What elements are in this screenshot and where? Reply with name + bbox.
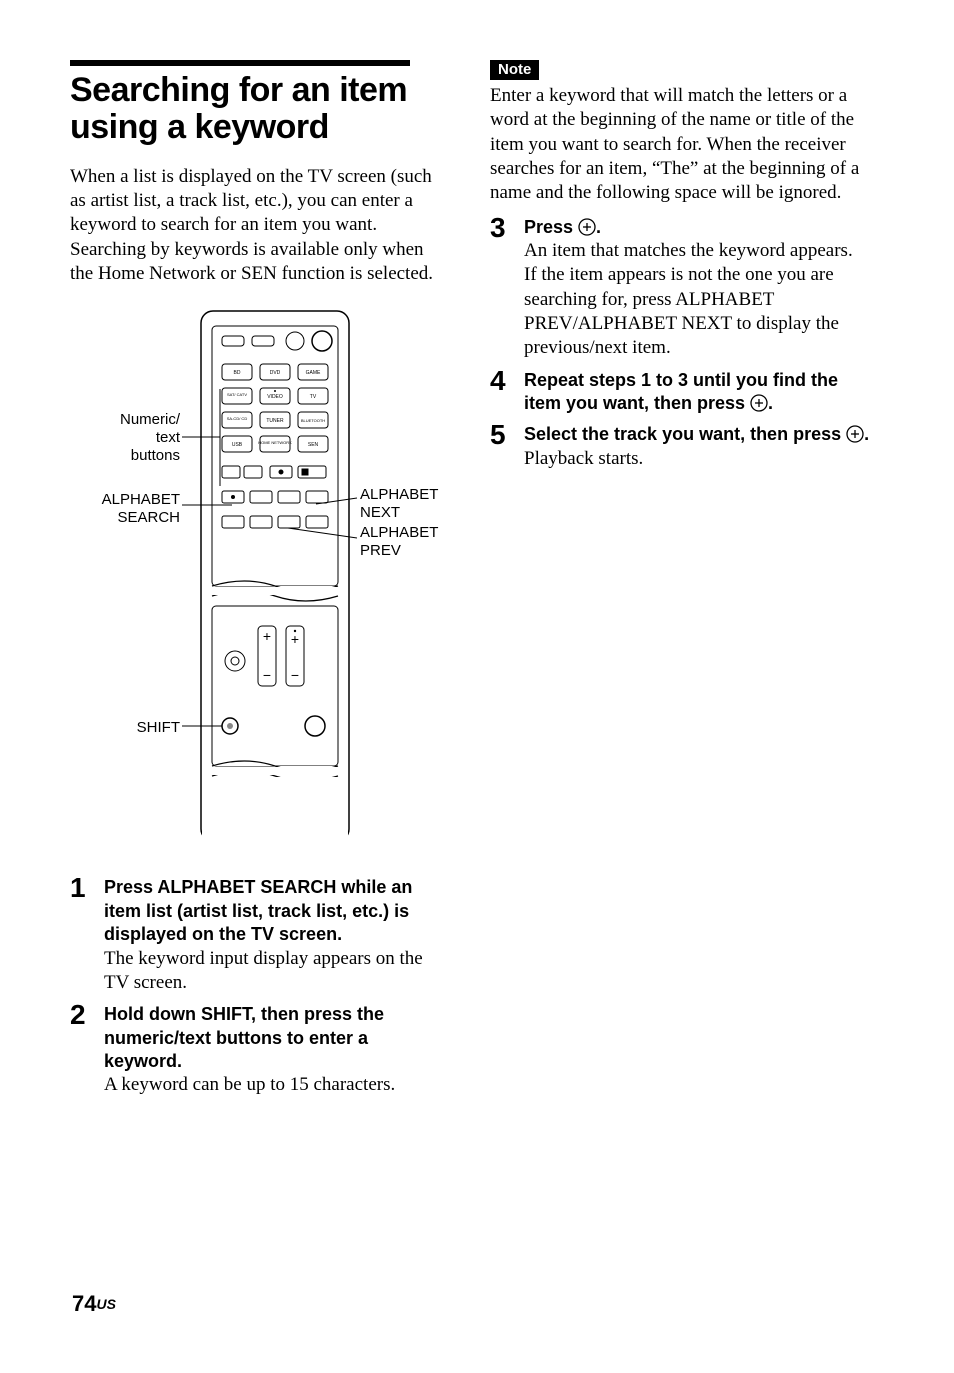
step-instruction: Press . [524, 216, 870, 239]
svg-text:SEN: SEN [308, 442, 319, 448]
svg-text:TV: TV [310, 394, 317, 400]
note-badge: Note [490, 60, 539, 80]
svg-text:−: − [291, 667, 299, 683]
svg-text:+: + [291, 631, 299, 647]
svg-text:HOME NETWORK: HOME NETWORK [258, 440, 292, 445]
remote-diagram: Numeric/ text buttons ALPHABET SEARCH SH… [70, 306, 450, 856]
step-instruction: Select the track you want, then press . [524, 423, 870, 446]
note-text: Enter a keyword that will match the lett… [490, 84, 870, 206]
step-3: 3 Press . An item that matches the keywo… [490, 216, 870, 361]
callout-alphabet-search: ALPHABET SEARCH [60, 491, 180, 527]
step-instruction: Hold down SHIFT, then press the numeric/… [104, 1003, 450, 1073]
steps-left: 1 Press ALPHABET SEARCH while an item li… [70, 876, 450, 1097]
two-column-layout: Searching for an item using a keyword Wh… [70, 60, 884, 1106]
step-1: 1 Press ALPHABET SEARCH while an item li… [70, 876, 450, 995]
callout-numeric-text-buttons: Numeric/ text buttons [60, 411, 180, 465]
step-number: 4 [490, 367, 524, 395]
page-title: Searching for an item using a keyword [70, 72, 450, 147]
locale-code: US [96, 1296, 115, 1312]
manual-page: Searching for an item using a keyword Wh… [0, 0, 954, 1373]
step-5: 5 Select the track you want, then press … [490, 423, 870, 471]
step-2: 2 Hold down SHIFT, then press the numeri… [70, 1003, 450, 1097]
step-instruction: Repeat steps 1 to 3 until you find the i… [524, 369, 870, 416]
svg-text:SA-CD/ CD: SA-CD/ CD [227, 416, 248, 421]
callout-alphabet-prev: ALPHABET PREV [360, 524, 460, 560]
callout-shift: SHIFT [60, 719, 180, 737]
text: Repeat steps 1 to 3 until you find the i… [524, 370, 838, 413]
intro-paragraph: When a list is displayed on the TV scree… [70, 165, 450, 287]
page-footer: 74US [72, 1291, 116, 1317]
svg-text:VIDEO: VIDEO [267, 394, 283, 400]
enter-plus-icon [578, 218, 596, 236]
svg-text:DVD: DVD [270, 370, 281, 376]
step-detail: Playback starts. [524, 447, 870, 471]
left-column: Searching for an item using a keyword Wh… [70, 60, 450, 1106]
svg-text:−: − [263, 667, 271, 683]
svg-text:TUNER: TUNER [266, 418, 284, 424]
text: . [768, 393, 773, 413]
svg-text:SAT/ CATV: SAT/ CATV [227, 392, 247, 397]
step-detail: An item that matches the keyword appears… [524, 239, 870, 361]
svg-text:BLUETOOTH: BLUETOOTH [301, 418, 325, 423]
svg-text:GAME: GAME [306, 370, 321, 376]
step-number: 3 [490, 214, 524, 242]
page-number: 74 [72, 1291, 96, 1316]
right-column: Note Enter a keyword that will match the… [490, 60, 870, 1106]
text: Press [524, 217, 578, 237]
svg-text:+: + [263, 628, 271, 644]
step-detail: A keyword can be up to 15 characters. [104, 1073, 450, 1097]
step-number: 1 [70, 874, 104, 902]
step-number: 2 [70, 1001, 104, 1029]
remote-svg: BD DVD GAME SAT/ CATV VIDEO TV SA-CD/ CD… [200, 306, 350, 846]
step-detail: The keyword input display appears on the… [104, 947, 450, 996]
heading-rule [70, 60, 410, 66]
step-number: 5 [490, 421, 524, 449]
enter-plus-icon [750, 394, 768, 412]
svg-text:USB: USB [232, 442, 243, 448]
step-4: 4 Repeat steps 1 to 3 until you find the… [490, 369, 870, 416]
text: Select the track you want, then press [524, 424, 846, 444]
text: . [864, 424, 869, 444]
text: . [596, 217, 601, 237]
svg-text:BD: BD [234, 370, 241, 376]
enter-plus-icon [846, 425, 864, 443]
callout-alphabet-next: ALPHABET NEXT [360, 486, 460, 522]
step-instruction: Press ALPHABET SEARCH while an item list… [104, 876, 450, 946]
